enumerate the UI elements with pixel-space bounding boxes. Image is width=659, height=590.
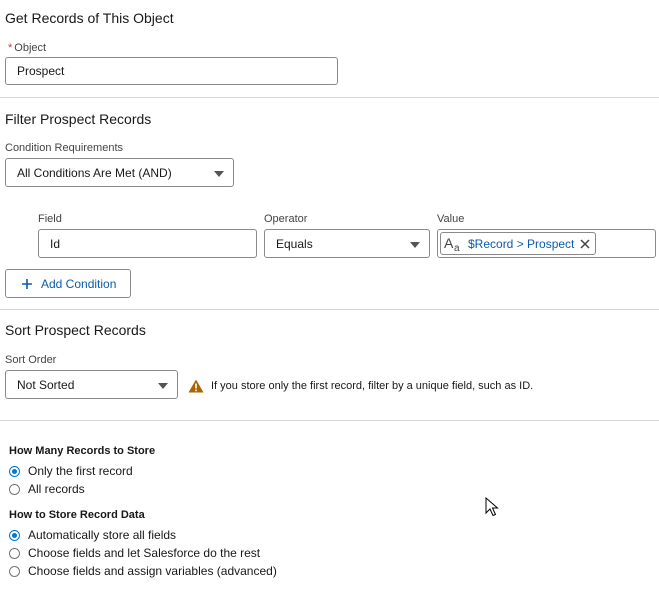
radio-label: Only the first record	[28, 464, 133, 478]
chevron-down-icon	[214, 170, 224, 177]
get-records-title: Get Records of This Object	[5, 10, 174, 26]
close-icon[interactable]	[579, 238, 591, 250]
sort-title: Sort Prospect Records	[5, 322, 146, 338]
object-input-value: Prospect	[17, 64, 65, 78]
radio-choose-fields-salesforce[interactable]: Choose fields and let Salesforce do the …	[9, 546, 260, 560]
radio-button[interactable]	[9, 483, 20, 495]
divider	[0, 309, 659, 310]
radio-label: All records	[28, 482, 85, 496]
operator-label: Operator	[264, 213, 308, 225]
object-label-text: Object	[14, 42, 47, 54]
radio-only-first-record[interactable]: Only the first record	[9, 464, 133, 478]
condition-requirements-label: Condition Requirements	[5, 142, 124, 154]
value-label: Value	[437, 213, 465, 225]
how-to-store-title: How to Store Record Data	[9, 509, 145, 521]
condition-requirements-select[interactable]: All Conditions Are Met (AND)	[5, 158, 234, 187]
operator-value: Equals	[276, 236, 313, 251]
svg-text:A: A	[444, 235, 454, 251]
filter-title: Filter Prospect Records	[5, 111, 152, 127]
value-pill[interactable]: A a $Record > Prospect	[440, 232, 597, 255]
add-condition-button[interactable]: Add Condition	[5, 269, 131, 298]
chevron-down-icon	[158, 382, 168, 389]
add-condition-label: Add Condition	[41, 276, 117, 291]
radio-auto-store-fields[interactable]: Automatically store all fields	[9, 528, 176, 542]
value-pill-text: $Record > Prospect	[468, 236, 575, 251]
chevron-down-icon	[410, 241, 420, 248]
radio-button[interactable]	[9, 529, 20, 541]
field-label: Field	[38, 213, 62, 225]
warning-icon	[188, 379, 204, 393]
field-input[interactable]: Id	[38, 229, 257, 258]
value-input[interactable]: A a $Record > Prospect	[437, 229, 656, 258]
radio-button[interactable]	[9, 565, 20, 577]
radio-choose-fields-variables[interactable]: Choose fields and assign variables (adva…	[9, 564, 277, 578]
sort-order-label: Sort Order	[5, 354, 57, 366]
condition-requirements-value: All Conditions Are Met (AND)	[17, 165, 172, 180]
mouse-cursor-icon	[485, 497, 499, 517]
radio-label: Choose fields and let Salesforce do the …	[28, 546, 261, 560]
divider	[0, 97, 659, 98]
divider	[0, 420, 659, 421]
radio-label: Choose fields and assign variables (adva…	[28, 564, 277, 578]
radio-all-records[interactable]: All records	[9, 482, 85, 496]
text-resource-icon: A a	[444, 235, 460, 253]
svg-text:a: a	[454, 243, 460, 253]
radio-button[interactable]	[9, 465, 20, 477]
plus-icon	[22, 278, 32, 289]
object-input[interactable]: Prospect	[5, 57, 338, 85]
required-asterisk: *	[8, 42, 13, 54]
how-many-title: How Many Records to Store	[9, 445, 156, 457]
radio-button[interactable]	[9, 547, 20, 559]
sort-order-select[interactable]: Not Sorted	[5, 370, 178, 399]
radio-label: Automatically store all fields	[28, 528, 177, 542]
object-label: * Object	[8, 42, 46, 54]
field-input-value: Id	[50, 236, 61, 251]
warning-text: If you store only the first record, filt…	[211, 380, 534, 392]
sort-order-value: Not Sorted	[17, 377, 75, 392]
operator-select[interactable]: Equals	[264, 229, 430, 258]
